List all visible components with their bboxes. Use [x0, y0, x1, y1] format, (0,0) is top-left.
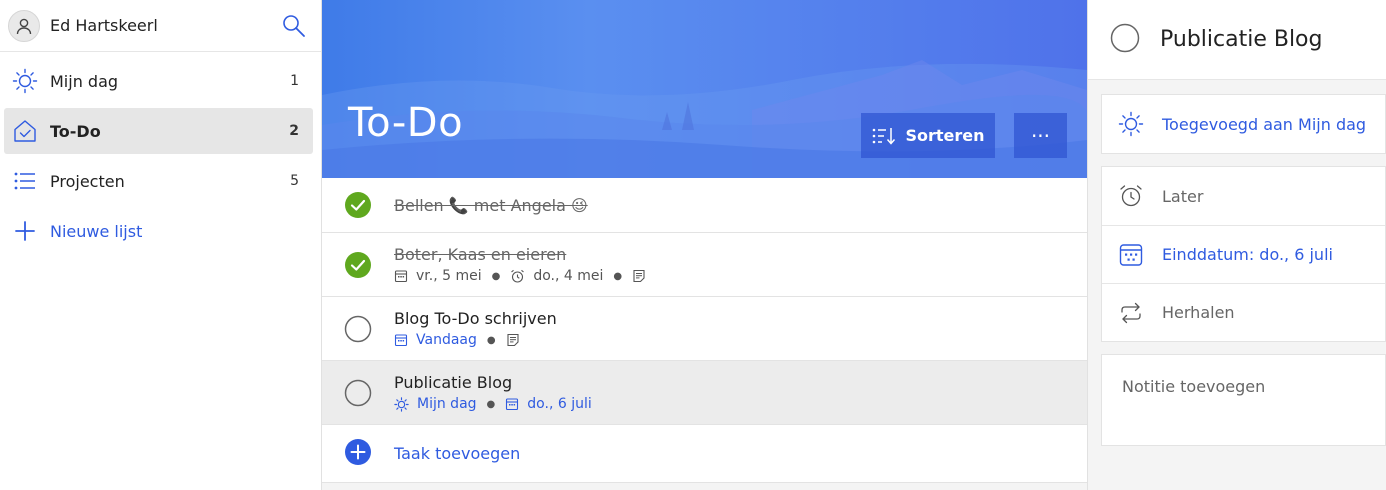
calendar-icon [1118, 242, 1144, 268]
search-icon [283, 14, 305, 37]
meta-separator: ● [613, 270, 623, 282]
list-title: To-Do [348, 100, 464, 146]
schedule-card: Later Einddatum: do., 6 juli Herhalen [1101, 166, 1386, 342]
task-row[interactable]: Blog To-Do schrijven Vandaag ● [322, 297, 1087, 361]
reminder-button[interactable]: Later [1102, 167, 1385, 225]
completed-check-icon[interactable] [344, 191, 372, 219]
added-to-my-day-button[interactable]: Toegevoegd aan Mijn dag [1102, 95, 1385, 153]
home-icon [10, 116, 40, 146]
add-task-label: Taak toevoegen [394, 444, 521, 463]
task-my-day: Mijn dag [417, 396, 477, 412]
task-row-selected[interactable]: Publicatie Blog Mijn dag ● do., 6 juli [322, 361, 1087, 425]
avatar[interactable] [8, 9, 40, 42]
task-title: Bellen 📞 met Angela 😉 [394, 195, 588, 215]
sidebar-item-label: Projecten [50, 171, 125, 191]
task-meta: Vandaag ● [394, 332, 557, 348]
sun-icon [394, 396, 409, 412]
task-body: Bellen 📞 met Angela 😉 [394, 196, 588, 215]
plus-icon [10, 216, 40, 246]
task-due-date: Vandaag [416, 332, 477, 348]
repeat-button[interactable]: Herhalen [1102, 283, 1385, 341]
sidebar-item-projects[interactable]: Projecten 5 [4, 158, 313, 204]
sidebar-item-todo[interactable]: To-Do 2 [4, 108, 313, 154]
person-icon [16, 18, 32, 34]
more-options-button[interactable]: ··· [1014, 113, 1067, 158]
task-row[interactable]: Boter, Kaas en eieren vr., 5 mei ● do., … [322, 233, 1087, 297]
user-name: Ed Hartskeerl [50, 16, 158, 35]
task-meta: vr., 5 mei ● do., 4 mei ● [394, 268, 654, 284]
incomplete-circle-icon[interactable] [344, 379, 372, 407]
search-button[interactable] [279, 11, 309, 41]
reminder-label: Later [1162, 186, 1204, 206]
alarm-icon [511, 269, 525, 283]
sidebar-item-count: 5 [290, 173, 299, 189]
alarm-icon [1118, 183, 1144, 209]
sidebar-item-count: 1 [290, 73, 299, 89]
sun-icon [10, 66, 40, 96]
sidebar-item-label: To-Do [50, 121, 101, 141]
list-icon [10, 166, 40, 196]
repeat-label: Herhalen [1162, 303, 1235, 322]
task-reminder: do., 4 mei [533, 268, 604, 284]
task-title: Blog To-Do schrijven [394, 309, 557, 328]
due-date-label: Einddatum: do., 6 juli [1162, 245, 1333, 264]
sidebar-item-count: 2 [289, 123, 299, 139]
add-task-button[interactable]: Taak toevoegen [322, 425, 1087, 483]
meta-separator: ● [486, 334, 496, 346]
note-input[interactable]: Notitie toevoegen [1101, 354, 1386, 446]
task-meta: Mijn dag ● do., 6 juli [394, 396, 592, 412]
completed-check-icon[interactable] [344, 251, 372, 279]
task-body: Publicatie Blog Mijn dag ● do., 6 juli [394, 373, 592, 412]
task-title: Boter, Kaas en eieren [394, 245, 567, 264]
detail-task-title[interactable]: Publicatie Blog [1160, 27, 1323, 52]
user-row: Ed Hartskeerl [0, 0, 321, 52]
meta-separator: ● [491, 270, 501, 282]
meta-separator: ● [486, 398, 496, 410]
repeat-icon [1118, 300, 1144, 326]
note-icon [507, 333, 519, 347]
add-circle-icon [344, 438, 372, 470]
task-due-date: do., 6 juli [527, 396, 592, 412]
sidebar-nav: Mijn dag 1 To-Do 2 Projecten 5 Nieuwe li… [0, 52, 321, 254]
task-detail-panel: Publicatie Blog Toegevoegd aan Mijn dag … [1087, 0, 1386, 490]
task-due-date: vr., 5 mei [416, 268, 482, 284]
incomplete-circle-icon[interactable] [344, 315, 372, 343]
sort-icon [873, 127, 896, 145]
calendar-icon [394, 270, 408, 283]
my-day-label: Toegevoegd aan Mijn dag [1162, 114, 1367, 134]
sidebar-item-my-day[interactable]: Mijn dag 1 [4, 58, 313, 104]
my-day-card: Toegevoegd aan Mijn dag [1101, 94, 1386, 154]
new-list-label: Nieuwe lijst [50, 221, 143, 241]
sun-icon [1118, 111, 1144, 137]
due-date-button[interactable]: Einddatum: do., 6 juli [1102, 225, 1385, 283]
note-icon [633, 269, 645, 283]
task-list: Bellen 📞 met Angela 😉 Boter, Kaas en eie… [322, 178, 1087, 483]
main-panel: To-Do Sorteren ··· Bellen 📞 met Angela 😉… [322, 0, 1087, 490]
incomplete-circle-icon[interactable] [1110, 23, 1140, 57]
task-body: Blog To-Do schrijven Vandaag ● [394, 309, 557, 348]
detail-header: Publicatie Blog [1088, 0, 1386, 80]
calendar-icon [394, 334, 408, 347]
sort-button[interactable]: Sorteren [861, 113, 995, 158]
task-row[interactable]: Bellen 📞 met Angela 😉 [322, 178, 1087, 233]
sidebar-item-label: Mijn dag [50, 71, 119, 91]
sort-label: Sorteren [905, 126, 985, 145]
new-list-button[interactable]: Nieuwe lijst [4, 208, 313, 254]
sidebar: Ed Hartskeerl Mijn dag 1 To-Do 2 Project… [0, 0, 322, 490]
calendar-icon [506, 398, 519, 411]
list-banner: To-Do Sorteren ··· [322, 0, 1087, 178]
task-title: Publicatie Blog [394, 373, 513, 392]
task-body: Boter, Kaas en eieren vr., 5 mei ● do., … [394, 245, 654, 284]
